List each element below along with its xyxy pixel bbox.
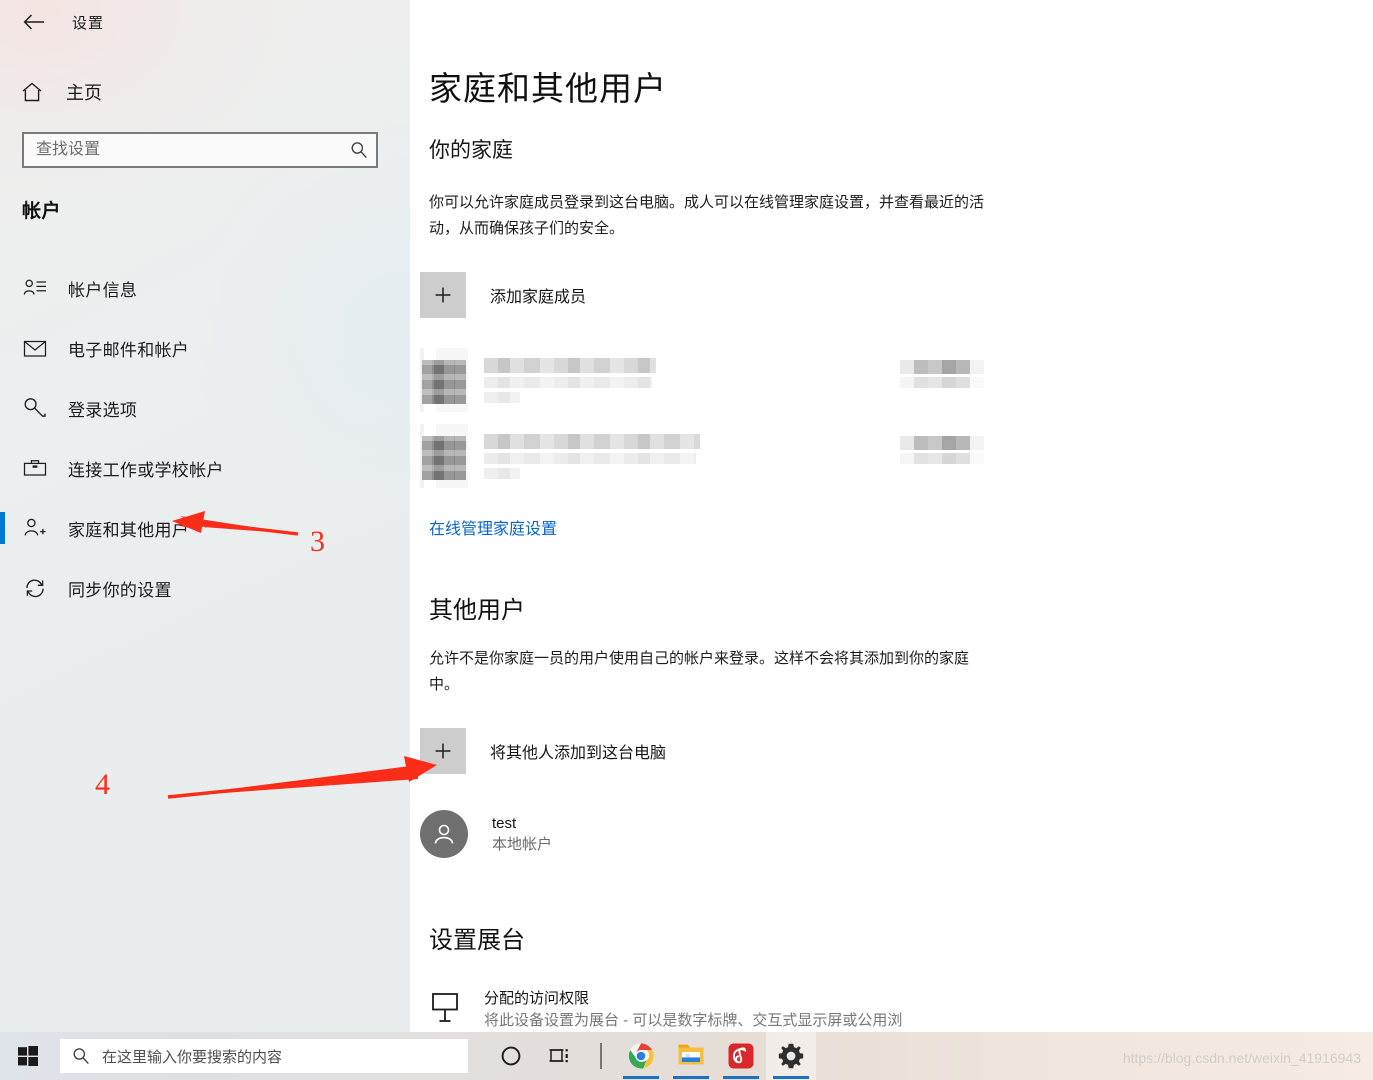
- assigned-access-description: 将此设备设置为展台 - 可以是数字标牌、交互式显示屏或公用浏: [484, 1012, 903, 1029]
- family-member-row[interactable]: [420, 424, 700, 488]
- sidebar-item-label: 帐户信息: [68, 280, 138, 300]
- your-family-heading: 你的家庭: [429, 139, 513, 162]
- redacted-text-bar: [484, 433, 700, 449]
- sidebar-item-label: 连接工作或学校帐户: [68, 460, 224, 480]
- running-underline: [623, 1076, 659, 1079]
- redacted-text-bar: [484, 391, 520, 403]
- redacted-text-bar: [484, 452, 696, 464]
- sidebar-item-sync-your-settings[interactable]: 同步你的设置: [0, 558, 410, 618]
- sync-icon: [14, 577, 56, 599]
- add-other-person-label: 将其他人添加到这台电脑: [490, 745, 667, 762]
- sidebar-item-home[interactable]: 主页: [0, 72, 410, 112]
- sidebar-item-label: 家庭和其他用户: [68, 520, 190, 540]
- plus-icon: [420, 272, 466, 318]
- settings-search-box[interactable]: [22, 132, 378, 168]
- settings-window: 设置 主页 帐户: [0, 0, 1373, 1080]
- cortana-icon[interactable]: [486, 1032, 536, 1080]
- redacted-status-bar: [900, 453, 984, 464]
- redacted-status-bar: [900, 436, 984, 450]
- sidebar-item-sign-in-options[interactable]: 登录选项: [0, 378, 410, 438]
- annotation-label-3: 3: [310, 525, 325, 558]
- add-family-member-label: 添加家庭成员: [490, 289, 587, 306]
- sidebar-item-family-and-other-users[interactable]: 家庭和其他用户: [0, 498, 410, 558]
- taskbar-divider: [600, 1043, 602, 1069]
- sidebar-nav-list: 帐户信息 电子邮件和帐户 登录选项 连接工作或学校帐户 家庭和其他用户 同步你的…: [0, 258, 410, 618]
- person-avatar-icon: [420, 810, 468, 858]
- taskbar-search-box[interactable]: 在这里输入你要搜索的内容: [60, 1039, 468, 1073]
- sidebar-item-label: 电子邮件和帐户: [68, 340, 190, 360]
- redacted-avatar: [420, 348, 468, 412]
- redacted-text-bar: [484, 357, 656, 373]
- kiosk-sign-icon: [422, 988, 468, 1024]
- family-member-row[interactable]: [420, 348, 656, 412]
- sidebar-home-label: 主页: [66, 83, 102, 103]
- search-input[interactable]: [24, 134, 342, 166]
- back-arrow-icon: [23, 14, 44, 30]
- sidebar-item-email-and-accounts[interactable]: 电子邮件和帐户: [0, 318, 410, 378]
- redacted-avatar: [420, 424, 468, 488]
- assigned-access-title: 分配的访问权限: [484, 990, 590, 1007]
- redacted-member-status: [900, 436, 984, 464]
- redacted-member-status: [900, 360, 984, 388]
- redacted-member-name: [484, 433, 700, 479]
- watermark-text: https://blog.csdn.net/weixin_41916943: [1122, 1050, 1361, 1066]
- running-underline: [673, 1076, 709, 1079]
- other-users-heading: 其他用户: [429, 597, 525, 624]
- user-account-type: 本地帐户: [492, 835, 553, 853]
- sidebar-item-label: 登录选项: [68, 400, 138, 420]
- key-icon: [14, 397, 56, 419]
- settings-gear-icon[interactable]: [766, 1032, 816, 1080]
- main-content: 家庭和其他用户 你的家庭 你可以允许家庭成员登录到这台电脑。成人可以在线管理家庭…: [410, 0, 1373, 1032]
- person-list-icon: [14, 278, 56, 298]
- your-family-description: 你可以允许家庭成员登录到这台电脑。成人可以在线管理家庭设置，并查看最近的活动，从…: [429, 194, 985, 237]
- envelope-icon: [14, 339, 56, 358]
- home-icon: [8, 81, 56, 103]
- windows-start-icon[interactable]: [0, 1032, 56, 1080]
- user-name: test: [492, 814, 517, 832]
- taskbar-buttons: [486, 1032, 816, 1080]
- back-button[interactable]: [10, 3, 58, 41]
- redacted-status-bar: [900, 360, 984, 374]
- task-view-icon[interactable]: [536, 1032, 586, 1080]
- search-icon[interactable]: [342, 141, 376, 159]
- briefcase-icon: [14, 458, 56, 478]
- redacted-status-bar: [900, 377, 984, 388]
- page-title: 家庭和其他用户: [429, 70, 667, 107]
- netease-music-icon[interactable]: [716, 1032, 766, 1080]
- local-user-meta: test 本地帐户: [492, 813, 552, 856]
- chrome-icon[interactable]: [616, 1032, 666, 1080]
- other-users-description: 允许不是你家庭一员的用户使用自己的帐户来登录。这样不会将其添加到你的家庭中。: [429, 650, 970, 693]
- window-title: 设置: [72, 14, 105, 32]
- redacted-member-name: [484, 357, 656, 403]
- selection-indicator: [0, 512, 5, 544]
- kiosk-heading: 设置展台: [429, 927, 525, 954]
- sidebar-item-account-info[interactable]: 帐户信息: [0, 258, 410, 318]
- add-family-member-button[interactable]: 添加家庭成员: [420, 272, 586, 318]
- sidebar-titlebar: 设置: [0, 0, 410, 44]
- person-add-icon: [14, 517, 56, 539]
- local-user-row[interactable]: test 本地帐户: [420, 810, 552, 858]
- settings-sidebar: 设置 主页 帐户: [0, 0, 410, 1032]
- annotation-label-4: 4: [95, 768, 110, 801]
- sidebar-item-access-work-or-school[interactable]: 连接工作或学校帐户: [0, 438, 410, 498]
- add-other-person-button[interactable]: 将其他人添加到这台电脑: [420, 728, 666, 774]
- running-underline: [773, 1076, 809, 1079]
- redacted-text-bar: [484, 467, 520, 479]
- file-explorer-icon[interactable]: [666, 1032, 716, 1080]
- assigned-access-row[interactable]: 分配的访问权限 将此设备设置为展台 - 可以是数字标牌、交互式显示屏或公用浏: [422, 988, 902, 1032]
- manage-family-settings-online-link[interactable]: 在线管理家庭设置: [429, 515, 557, 539]
- running-underline: [723, 1076, 759, 1079]
- taskbar-search-placeholder: 在这里输入你要搜索的内容: [102, 1048, 283, 1066]
- plus-icon: [420, 728, 466, 774]
- sidebar-item-label: 同步你的设置: [68, 580, 172, 600]
- assigned-access-meta: 分配的访问权限 将此设备设置为展台 - 可以是数字标牌、交互式显示屏或公用浏: [484, 988, 902, 1032]
- redacted-text-bar: [484, 376, 652, 388]
- sidebar-category-title: 帐户: [22, 201, 62, 222]
- search-icon: [60, 1047, 102, 1065]
